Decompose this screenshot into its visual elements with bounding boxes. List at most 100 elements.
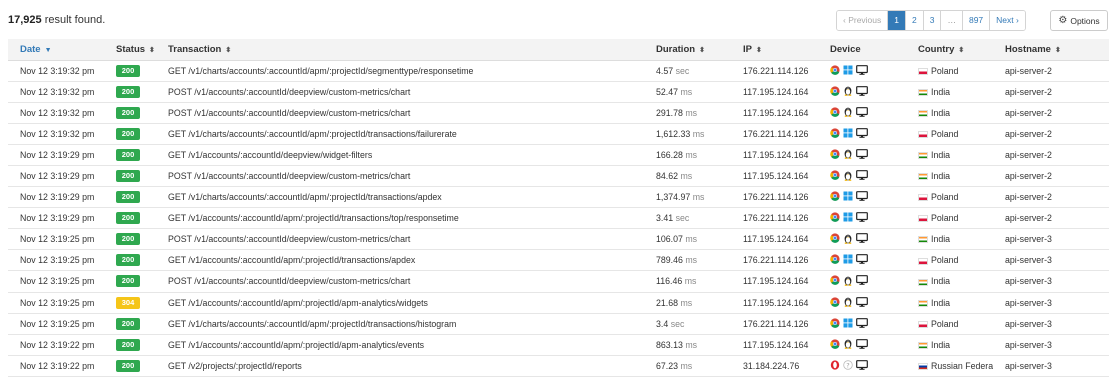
table-row[interactable]: Nov 12 3:19:32 pm 200 POST /v1/accounts/:a… [8, 102, 1109, 124]
cell-transaction[interactable]: GET /v1/charts/accounts/:accountId/apm/:… [156, 60, 644, 81]
cell-device [818, 165, 906, 186]
table-row[interactable]: Nov 12 3:19:29 pm 200 GET /v1/charts/accou… [8, 187, 1109, 208]
pagination-previous-button[interactable]: ‹ Previous [837, 11, 889, 30]
duration-unit: ms [680, 171, 693, 182]
duration-unit: ms [692, 128, 705, 139]
cell-date: Nov 12 3:19:29 pm [20, 213, 95, 224]
column-header-transaction[interactable]: Transaction ⬍ [156, 39, 644, 61]
cell-transaction[interactable]: GET /v1/accounts/:accountId/apm/:project… [156, 334, 644, 355]
table-row[interactable]: Nov 12 3:19:25 pm 200 GET /v1/charts/accou… [8, 313, 1109, 335]
cell-transaction[interactable]: GET /v1/charts/accounts/:accountId/apm/:… [156, 123, 644, 144]
cell-hostname: api-server-3 [1005, 297, 1052, 308]
cell-transaction[interactable]: GET /v1/charts/accounts/:accountId/apm/:… [156, 187, 644, 208]
cell-transaction[interactable]: POST /v1/accounts/:accountId/deepview/cu… [156, 271, 644, 292]
status-badge: 200 [116, 191, 140, 204]
cell-status: 304 [104, 292, 156, 313]
cell-country: Poland [906, 250, 993, 271]
cell-device [818, 229, 906, 250]
duration-value: 84.62 [656, 171, 679, 182]
sort-desc-icon: ▼ [44, 46, 52, 54]
cell-status: 200 [104, 60, 156, 81]
gear-icon: ⚙ [1058, 15, 1068, 26]
table-row[interactable]: Nov 12 3:19:29 pm 200 GET /v1/accounts/:ac… [8, 144, 1109, 166]
cell-duration: 1,374.97 ms [644, 187, 731, 208]
status-badge: 200 [116, 85, 140, 98]
table-row[interactable]: Nov 12 3:19:29 pm 200 POST /v1/accounts/:a… [8, 165, 1109, 187]
cell-transaction[interactable]: GET /v1/accounts/:accountId/deepview/wid… [156, 144, 644, 165]
cell-ip: 176.221.114.126 [743, 213, 809, 224]
column-header-duration-label: Duration [656, 43, 696, 55]
pagination-page-3[interactable]: 3 [923, 11, 942, 30]
duration-value: 1,374.97 [656, 192, 691, 203]
cell-status: 200 [104, 165, 156, 186]
country-name: Poland [931, 318, 959, 329]
flag-in-icon [918, 299, 928, 307]
cell-transaction[interactable]: GET /v2/projects/:projectId/reports [156, 355, 644, 376]
table-row[interactable]: Nov 12 3:19:32 pm 200 GET /v1/charts/accou… [8, 123, 1109, 145]
column-header-hostname[interactable]: Hostname ⬍ [993, 39, 1109, 61]
status-badge: 200 [116, 317, 140, 330]
linux-icon [843, 106, 853, 119]
windows-icon [843, 212, 853, 224]
column-header-ip[interactable]: IP ⬍ [731, 39, 818, 61]
table-row[interactable]: Nov 12 3:19:22 pm 200 GET /v1/accounts/:ac… [8, 334, 1109, 356]
cell-transaction[interactable]: POST /v1/accounts/:accountId/deepview/cu… [156, 229, 644, 250]
cell-hostname: api-server-2 [1005, 128, 1052, 139]
cell-transaction[interactable]: POST /v1/accounts/:accountId/deepview/cu… [156, 165, 644, 186]
sort-icon: ⬍ [958, 46, 965, 54]
duration-unit: sec [675, 65, 690, 76]
status-badge: 200 [116, 127, 140, 140]
flag-pl-icon [918, 67, 928, 75]
linux-icon [843, 338, 853, 351]
table-row[interactable]: Nov 12 3:19:25 pm 304 GET /v1/accounts/:ac… [8, 292, 1109, 314]
table-row[interactable]: Nov 12 3:19:29 pm 200 GET /v1/accounts/:ac… [8, 208, 1109, 229]
device-icons [830, 254, 906, 266]
column-header-duration[interactable]: Duration ⬍ [644, 39, 731, 61]
linux-icon [843, 85, 853, 98]
pagination-next-button[interactable]: Next › [990, 11, 1025, 30]
cell-date: Nov 12 3:19:25 pm [20, 318, 95, 329]
device-icons [830, 148, 906, 161]
cell-transaction[interactable]: GET /v1/accounts/:accountId/apm/:project… [156, 292, 644, 313]
cell-country: India [906, 271, 993, 292]
chrome-icon [830, 254, 840, 266]
cell-hostname: api-server-2 [1005, 192, 1052, 203]
cell-duration: 789.46 ms [644, 250, 731, 271]
cell-duration: 166.28 ms [644, 144, 731, 165]
cell-transaction[interactable]: GET /v1/accounts/:accountId/apm/:project… [156, 208, 644, 229]
cell-country: India [906, 334, 993, 355]
options-button[interactable]: ⚙ Options [1050, 10, 1108, 31]
desktop-icon [856, 149, 868, 161]
cell-hostname: api-server-3 [1005, 234, 1052, 245]
column-header-date[interactable]: Date ▼ [8, 39, 104, 61]
cell-transaction[interactable]: GET /v1/charts/accounts/:accountId/apm/:… [156, 313, 644, 334]
table-row[interactable]: Nov 12 3:19:22 pm 200 GET /v2/projects/:pr… [8, 355, 1109, 377]
cell-hostname: api-server-3 [1005, 318, 1052, 329]
cell-ip: 117.195.124.164 [743, 297, 809, 308]
pagination-page-2[interactable]: 2 [906, 11, 924, 30]
table-row[interactable]: Nov 12 3:19:32 pm 200 POST /v1/accounts/:a… [8, 81, 1109, 103]
cell-device [818, 102, 906, 123]
pagination-page-last[interactable]: 897 [962, 11, 991, 30]
column-header-country[interactable]: Country ⬍ [906, 39, 993, 61]
country-name: India [931, 149, 951, 160]
cell-transaction[interactable]: GET /v1/accounts/:accountId/apm/:project… [156, 250, 644, 271]
pagination-page-1[interactable]: 1 [888, 11, 906, 30]
table-row[interactable]: Nov 12 3:19:32 pm 200 GET /v1/charts/accou… [8, 60, 1109, 82]
cell-hostname: api-server-2 [1005, 149, 1052, 160]
cell-status: 200 [104, 81, 156, 102]
column-header-status[interactable]: Status ⬍ [104, 39, 156, 61]
cell-transaction[interactable]: POST /v1/accounts/:accountId/deepview/cu… [156, 102, 644, 123]
linux-icon [843, 275, 853, 288]
cell-hostname: api-server-2 [1005, 107, 1052, 118]
cell-duration: 291.78 ms [644, 102, 731, 123]
duration-value: 4.57 [656, 65, 674, 76]
table-row[interactable]: Nov 12 3:19:25 pm 200 POST /v1/accounts/:a… [8, 271, 1109, 293]
device-icons [830, 127, 906, 140]
cell-transaction[interactable]: POST /v1/accounts/:accountId/deepview/cu… [156, 81, 644, 102]
table-row[interactable]: Nov 12 3:19:25 pm 200 GET /v1/accounts/:ac… [8, 250, 1109, 271]
windows-icon [843, 318, 853, 330]
table-row[interactable]: Nov 12 3:19:25 pm 200 POST /v1/accounts/:a… [8, 229, 1109, 250]
cell-status: 200 [104, 144, 156, 165]
opera-icon [830, 360, 840, 372]
